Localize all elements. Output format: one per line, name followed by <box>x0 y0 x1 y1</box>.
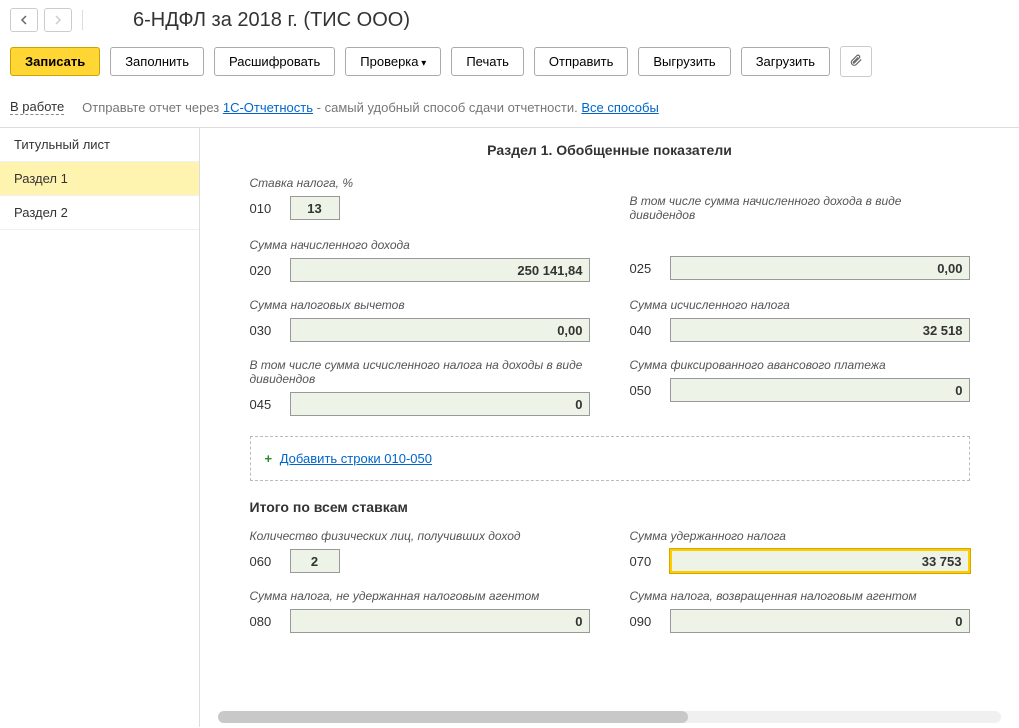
sidebar-item-section-1[interactable]: Раздел 1 <box>0 162 199 196</box>
field-060[interactable]: 2 <box>290 549 340 573</box>
code-050: 050 <box>630 383 660 398</box>
send-button[interactable]: Отправить <box>534 47 628 76</box>
code-020: 020 <box>250 263 280 278</box>
code-025: 025 <box>630 261 660 276</box>
scrollbar-thumb[interactable] <box>218 711 688 723</box>
code-030: 030 <box>250 323 280 338</box>
sidebar: Титульный лист Раздел 1 Раздел 2 <box>0 128 200 727</box>
label-030: Сумма налоговых вычетов <box>250 298 590 312</box>
save-button[interactable]: Записать <box>10 47 100 76</box>
label-040: Сумма исчисленного налога <box>630 298 970 312</box>
link-1c[interactable]: 1С-Отчетность <box>223 100 313 115</box>
forward-button[interactable] <box>44 8 72 32</box>
field-070[interactable]: 33 753 <box>670 549 970 573</box>
field-030[interactable]: 0,00 <box>290 318 590 342</box>
import-button[interactable]: Загрузить <box>741 47 830 76</box>
add-rows-link[interactable]: Добавить строки 010-050 <box>280 451 432 466</box>
horizontal-scrollbar[interactable] <box>218 711 1001 723</box>
code-040: 040 <box>630 323 660 338</box>
field-020[interactable]: 250 141,84 <box>290 258 590 282</box>
label-025: В том числе сумма начисленного дохода в … <box>630 194 970 222</box>
code-045: 045 <box>250 397 280 412</box>
attach-button[interactable] <box>840 46 872 77</box>
label-050: Сумма фиксированного авансового платежа <box>630 358 970 372</box>
plus-icon: + <box>265 451 273 466</box>
status-text: Отправьте отчет через 1С-Отчетность - са… <box>82 100 659 115</box>
export-button[interactable]: Выгрузить <box>638 47 730 76</box>
totals-heading: Итого по всем ставкам <box>250 499 970 515</box>
print-button[interactable]: Печать <box>451 47 524 76</box>
content-area: Раздел 1. Обобщенные показатели Ставка н… <box>200 128 1019 727</box>
code-060: 060 <box>250 554 280 569</box>
label-rate: Ставка налога, % <box>250 176 590 190</box>
label-080: Сумма налога, не удержанная налоговым аг… <box>250 589 590 603</box>
sidebar-item-section-2[interactable]: Раздел 2 <box>0 196 199 230</box>
field-025[interactable]: 0,00 <box>670 256 970 280</box>
label-060: Количество физических лиц, получивших до… <box>250 529 590 543</box>
field-050[interactable]: 0 <box>670 378 970 402</box>
label-045: В том числе сумма исчисленного налога на… <box>250 358 590 386</box>
code-070: 070 <box>630 554 660 569</box>
field-040[interactable]: 32 518 <box>670 318 970 342</box>
code-090: 090 <box>630 614 660 629</box>
page-title: 6-НДФЛ за 2018 г. (ТИС ООО) <box>133 9 410 32</box>
sidebar-item-title-page[interactable]: Титульный лист <box>0 128 199 162</box>
label-090: Сумма налога, возвращенная налоговым аге… <box>630 589 970 603</box>
field-080[interactable]: 0 <box>290 609 590 633</box>
status-badge[interactable]: В работе <box>10 99 64 115</box>
field-045[interactable]: 0 <box>290 392 590 416</box>
field-010[interactable]: 13 <box>290 196 340 220</box>
back-button[interactable] <box>10 8 38 32</box>
decode-button[interactable]: Расшифровать <box>214 47 335 76</box>
check-button[interactable]: Проверка <box>345 47 441 76</box>
label-070: Сумма удержанного налога <box>630 529 970 543</box>
field-090[interactable]: 0 <box>670 609 970 633</box>
code-080: 080 <box>250 614 280 629</box>
fill-button[interactable]: Заполнить <box>110 47 204 76</box>
link-all-methods[interactable]: Все способы <box>581 100 658 115</box>
label-020: Сумма начисленного дохода <box>250 238 590 252</box>
section-heading: Раздел 1. Обобщенные показатели <box>218 142 1001 158</box>
add-rows-box: + Добавить строки 010-050 <box>250 436 970 481</box>
code-010: 010 <box>250 201 280 216</box>
